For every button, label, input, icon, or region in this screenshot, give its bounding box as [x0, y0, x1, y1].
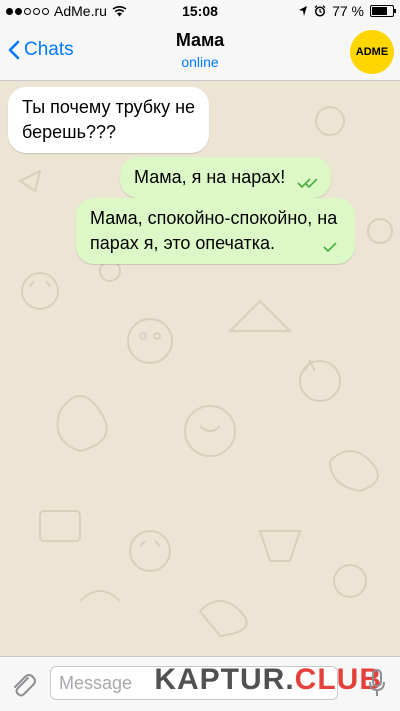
- battery-icon: [370, 5, 396, 17]
- double-check-icon: [297, 178, 318, 189]
- nav-bar: Chats Мама online ADME: [0, 22, 400, 81]
- avatar-text: ADME: [355, 46, 389, 58]
- message-text-line: Мама, я на нарах!: [134, 167, 286, 187]
- watermark-text: KAPTUR.: [154, 663, 295, 696]
- paperclip-icon[interactable]: [10, 670, 36, 698]
- contact-name: Мама: [175, 30, 225, 50]
- chat-header[interactable]: Мама online: [0, 30, 400, 70]
- message-text-line: берешь???: [22, 122, 116, 142]
- message-bubble-outgoing[interactable]: Мама, спокойно-спокойно, на парах я, это…: [76, 198, 356, 264]
- status-bar: AdMe.ru 15:08 77 %: [0, 0, 400, 22]
- location-arrow-icon: [299, 6, 308, 16]
- watermark: KAPTUR.CLUB: [154, 663, 382, 697]
- message-bubble-incoming[interactable]: Ты почему трубку не берешь???: [8, 87, 210, 153]
- chat-area[interactable]: Ты почему трубку не берешь??? Мама, я на…: [0, 81, 400, 656]
- alarm-icon: [314, 5, 326, 17]
- contact-status: online: [181, 54, 219, 70]
- input-bar: KAPTUR.CLUB: [0, 656, 400, 711]
- check-icon: [323, 242, 337, 253]
- message-bubble-outgoing[interactable]: Мама, я на нарах!: [120, 157, 332, 198]
- microphone-icon[interactable]: [368, 669, 386, 697]
- message-text-line: парах я, это опечатка.: [90, 233, 276, 253]
- message-text-line: Ты почему трубку не: [22, 97, 196, 117]
- battery-percent: 77 %: [332, 3, 364, 19]
- contact-avatar[interactable]: ADME: [350, 30, 394, 74]
- message-text-line: Мама, спокойно-спокойно, на: [90, 208, 338, 228]
